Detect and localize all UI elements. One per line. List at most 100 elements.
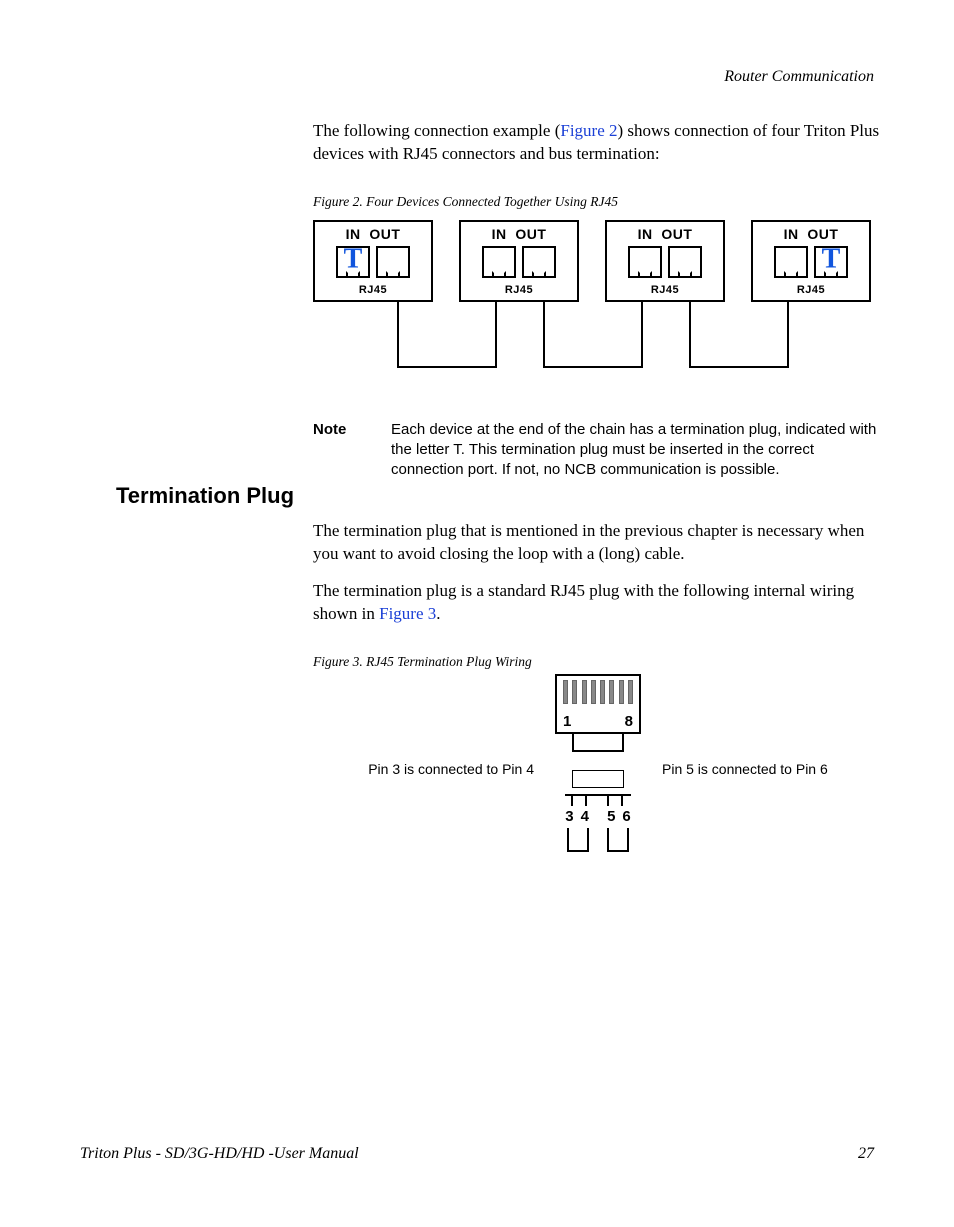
bus-wire (689, 302, 691, 368)
rj45-tab (572, 734, 624, 752)
pin-1-label: 1 (563, 713, 571, 730)
pin-icon (591, 680, 596, 704)
pin-icon (572, 680, 577, 704)
device-1: IN OUT T RJ45 (313, 220, 433, 302)
note-block: Note Each device at the end of the chain… (313, 420, 883, 481)
device-3-labels: IN OUT (607, 226, 723, 242)
footer-page-number: 27 (858, 1145, 874, 1163)
figure-3-right-caption: Pin 5 is connected to Pin 6 (662, 761, 828, 777)
rj45-plug-top: 1 8 (555, 674, 641, 734)
rj45-label: RJ45 (315, 284, 431, 296)
pin-numbers-top: 1 8 (563, 713, 633, 730)
pin-icon (582, 680, 587, 704)
spacer (552, 752, 644, 770)
termination-p1: The termination plug that is mentioned i… (313, 520, 883, 566)
rj45-plug-drawing: 1 8 3 4 5 (552, 674, 644, 864)
in-label: IN (492, 226, 507, 242)
pin-3-label: 3 (565, 808, 573, 825)
termination-p2: The termination plug is a standard RJ45 … (313, 580, 883, 626)
figure-3-row: Pin 3 is connected to Pin 4 1 (313, 674, 883, 864)
pin-icon (628, 680, 633, 704)
device-1-ports: T (315, 246, 431, 286)
wiring-tick (585, 794, 587, 806)
intro-paragraph: The following connection example (Figure… (313, 120, 883, 166)
rj45-notch-icon (346, 271, 360, 278)
rj45-notch-icon (678, 271, 692, 278)
pin-5-label: 5 (607, 808, 615, 825)
device-3: IN OUT RJ45 (605, 220, 725, 302)
bus-wire (495, 302, 497, 368)
u-jumper-56 (607, 828, 629, 852)
device-4-port-out: T (814, 246, 848, 278)
pin-6-label: 6 (622, 808, 630, 825)
out-label: OUT (369, 226, 400, 242)
device-2-port-in (482, 246, 516, 278)
wiring-tick (621, 794, 623, 806)
pin-icon (609, 680, 614, 704)
rj45-tab-small (572, 770, 624, 788)
wiring-rake: 3 4 5 6 (555, 794, 641, 864)
pin-icon (563, 680, 568, 704)
rj45-label: RJ45 (753, 284, 869, 296)
figure-2-link[interactable]: Figure 2 (560, 121, 617, 140)
device-3-ports (607, 246, 723, 286)
out-label: OUT (807, 226, 838, 242)
figure-2-diagram: IN OUT T RJ45 IN OUT RJ45 IN OUT (313, 220, 873, 380)
rj45-label: RJ45 (461, 284, 577, 296)
footer-manual-title: Triton Plus - SD/3G-HD/HD -User Manual (80, 1145, 359, 1163)
rj45-notch-icon (638, 271, 652, 278)
bus-wire (787, 302, 789, 368)
device-4-port-in (774, 246, 808, 278)
running-header: Router Communication (724, 68, 874, 86)
figure-3-link[interactable]: Figure 3 (379, 604, 436, 623)
rj45-notch-icon (532, 271, 546, 278)
figure-3-diagram: Pin 3 is connected to Pin 4 1 (313, 666, 883, 864)
device-3-port-out (668, 246, 702, 278)
figure-2-caption: Figure 2. Four Devices Connected Togethe… (313, 194, 883, 210)
out-label: OUT (515, 226, 546, 242)
note-label: Note (313, 420, 357, 481)
device-2-labels: IN OUT (461, 226, 577, 242)
rj45-notch-icon (784, 271, 798, 278)
figure-3-left-caption: Pin 3 is connected to Pin 4 (368, 761, 534, 777)
in-label: IN (638, 226, 653, 242)
note-text: Each device at the end of the chain has … (391, 420, 883, 481)
pin-4-label: 4 (581, 808, 589, 825)
pin-icon (600, 680, 605, 704)
intro-column: The following connection example (Figure… (313, 120, 883, 481)
device-1-labels: IN OUT (315, 226, 431, 242)
rj45-label: RJ45 (607, 284, 723, 296)
u-jumper-34 (567, 828, 589, 852)
rj45-pins (563, 680, 633, 706)
pin-8-label: 8 (625, 713, 633, 730)
rj45-notch-icon (492, 271, 506, 278)
device-2: IN OUT RJ45 (459, 220, 579, 302)
in-label: IN (346, 226, 361, 242)
device-3-port-in (628, 246, 662, 278)
device-2-port-out (522, 246, 556, 278)
bus-wire (543, 366, 643, 368)
page: Router Communication The following conne… (0, 0, 954, 1227)
wiring-tick (607, 794, 609, 806)
in-label: IN (784, 226, 799, 242)
device-1-port-in: T (336, 246, 370, 278)
device-1-port-out (376, 246, 410, 278)
wiring-pin-numbers: 3 4 5 6 (555, 808, 641, 825)
bus-wire (543, 302, 545, 368)
rj45-notch-icon (386, 271, 400, 278)
device-2-ports (461, 246, 577, 286)
termination-body: The termination plug that is mentioned i… (313, 520, 883, 680)
intro-text-a: The following connection example ( (313, 121, 560, 140)
pin-icon (619, 680, 624, 704)
rj45-notch-icon (824, 271, 838, 278)
bus-wire (689, 366, 789, 368)
bus-wire (641, 302, 643, 368)
termination-p2-b: . (436, 604, 440, 623)
bus-wire (397, 302, 399, 368)
bus-wire (397, 366, 497, 368)
section-heading-termination-plug: Termination Plug (116, 483, 294, 509)
device-4: IN OUT T RJ45 (751, 220, 871, 302)
device-4-labels: IN OUT (753, 226, 869, 242)
wiring-tick (571, 794, 573, 806)
out-label: OUT (661, 226, 692, 242)
